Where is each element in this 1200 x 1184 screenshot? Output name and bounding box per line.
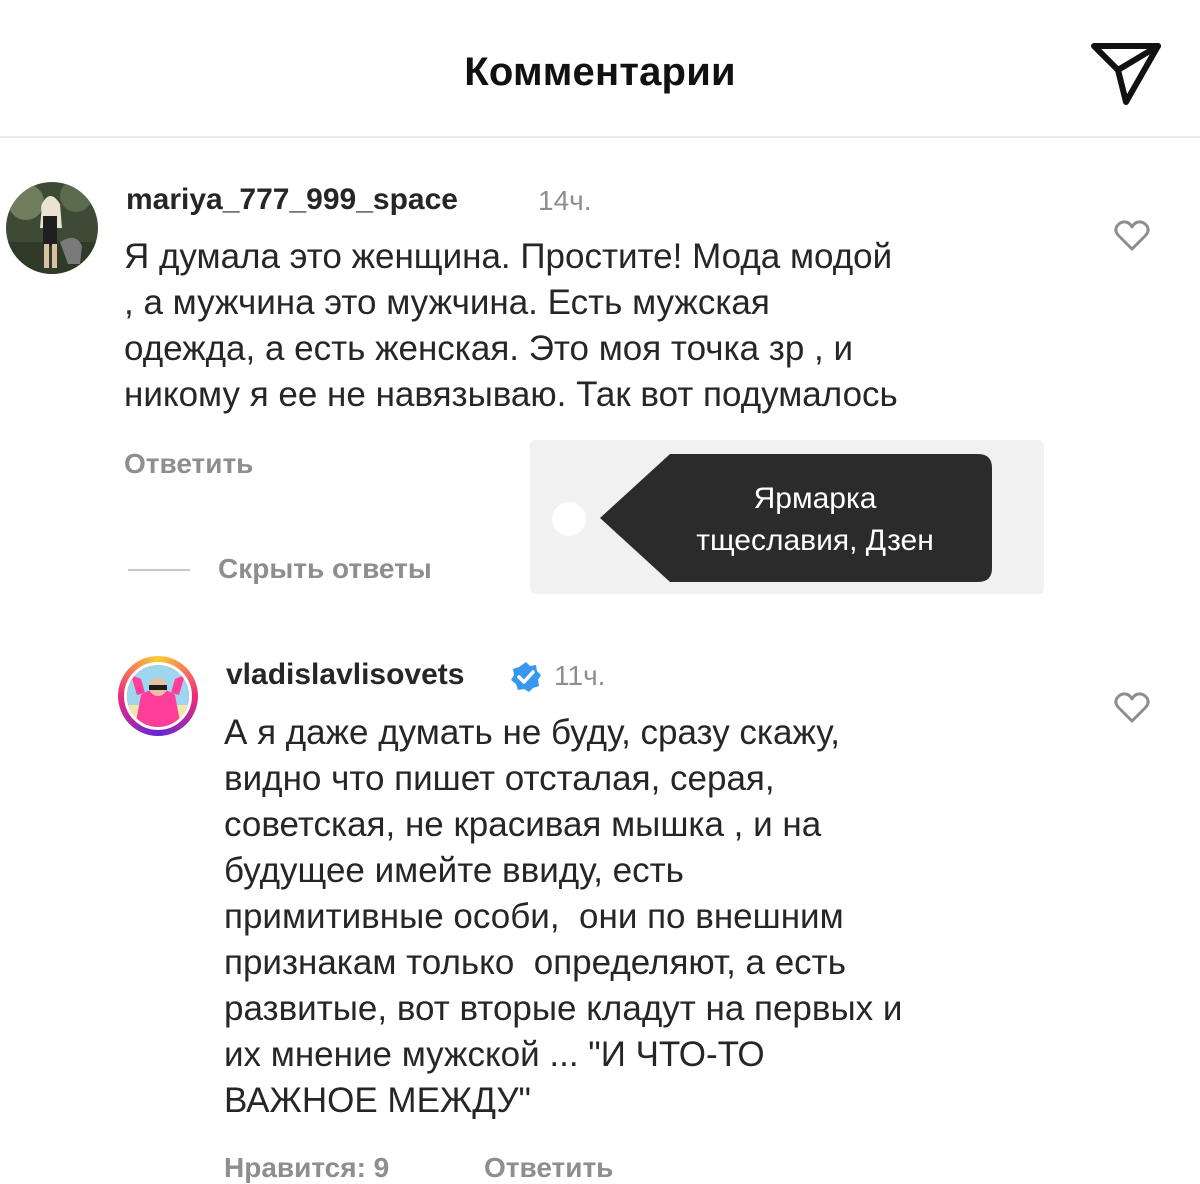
comment-line: Я думала это женщина. Простите! Мода мод… (124, 237, 893, 276)
watermark-label: Ярмарка тщеславия, Дзен (660, 478, 970, 562)
reply-button[interactable]: Ответить (124, 448, 253, 480)
comment-text: А я даже думать не буду, сразу скажу, ви… (224, 710, 902, 1124)
comment-line: ВАЖНОЕ МЕЖДУ" (224, 1081, 531, 1120)
comment-line: видно что пишет отсталая, серая, (224, 759, 775, 798)
comment-username[interactable]: vladislavlisovets (226, 658, 464, 692)
comment-timestamp: 11ч. (554, 660, 606, 691)
comment-username[interactable]: mariya_777_999_space (126, 183, 458, 217)
heart-icon[interactable] (1114, 220, 1150, 252)
comment-line: их мнение мужской ... "И ЧТО-ТО (224, 1035, 765, 1074)
avatar[interactable] (124, 662, 192, 730)
page-title: Комментарии (464, 50, 736, 94)
divider (128, 569, 190, 571)
comment-line: одежда, а есть женская. Это моя точка зр… (124, 329, 854, 368)
watermark-line: тщеславия, Дзен (696, 524, 934, 557)
avatar[interactable] (6, 182, 98, 274)
reply-button[interactable]: Ответить (484, 1152, 613, 1184)
paper-plane-icon[interactable] (1090, 40, 1162, 106)
likes-count[interactable]: Нравится: 9 (224, 1152, 389, 1184)
watermark-dot (552, 502, 586, 536)
heart-icon[interactable] (1114, 692, 1150, 724)
hide-replies-button[interactable]: Скрыть ответы (218, 553, 432, 585)
comment-line: никому я ее не навязываю. Так вот подума… (124, 375, 898, 414)
comment-line: будущее имейте ввиду, есть (224, 851, 684, 890)
comment-line: А я даже думать не буду, сразу скажу, (224, 713, 841, 752)
comment-timestamp: 14ч. (538, 185, 592, 216)
comment-line: , а мужчина это мужчина. Есть мужская (124, 283, 770, 322)
comment-line: примитивные особи, они по внешним (224, 897, 844, 936)
comment-line: признакам только определяют, а есть (224, 943, 846, 982)
verified-badge-icon (511, 662, 541, 692)
watermark-line: Ярмарка (753, 482, 877, 515)
header-bar: Комментарии (0, 0, 1200, 138)
comment-text: Я думала это женщина. Простите! Мода мод… (124, 234, 898, 418)
comment-line: советская, не красивая мышка , и на (224, 805, 822, 844)
comment-line: развитые, вот вторые кладут на первых и (224, 989, 903, 1028)
